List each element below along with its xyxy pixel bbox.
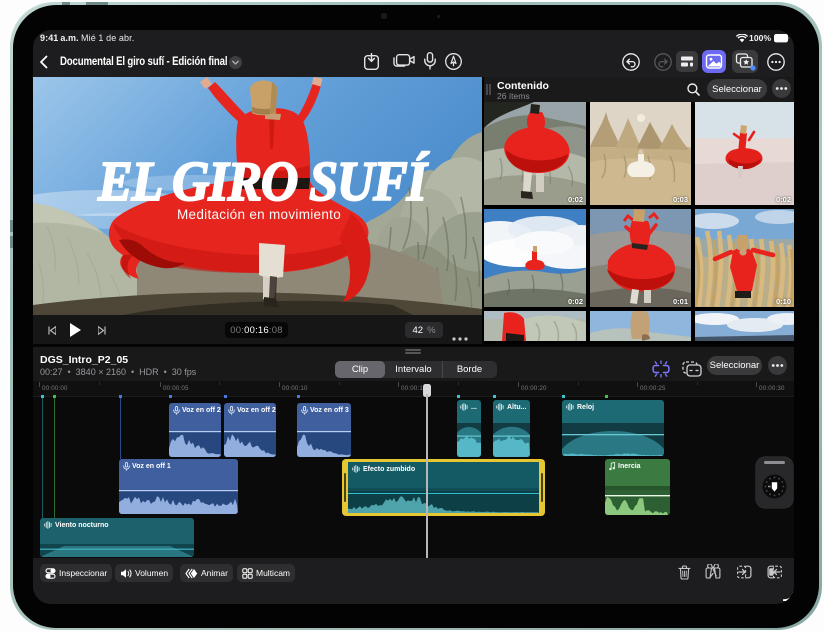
svg-text:Meditación en movimiento: Meditación en movimiento [177,207,341,222]
svg-text:EL GIRO SUFÍ: EL GIRO SUFÍ [97,150,429,212]
